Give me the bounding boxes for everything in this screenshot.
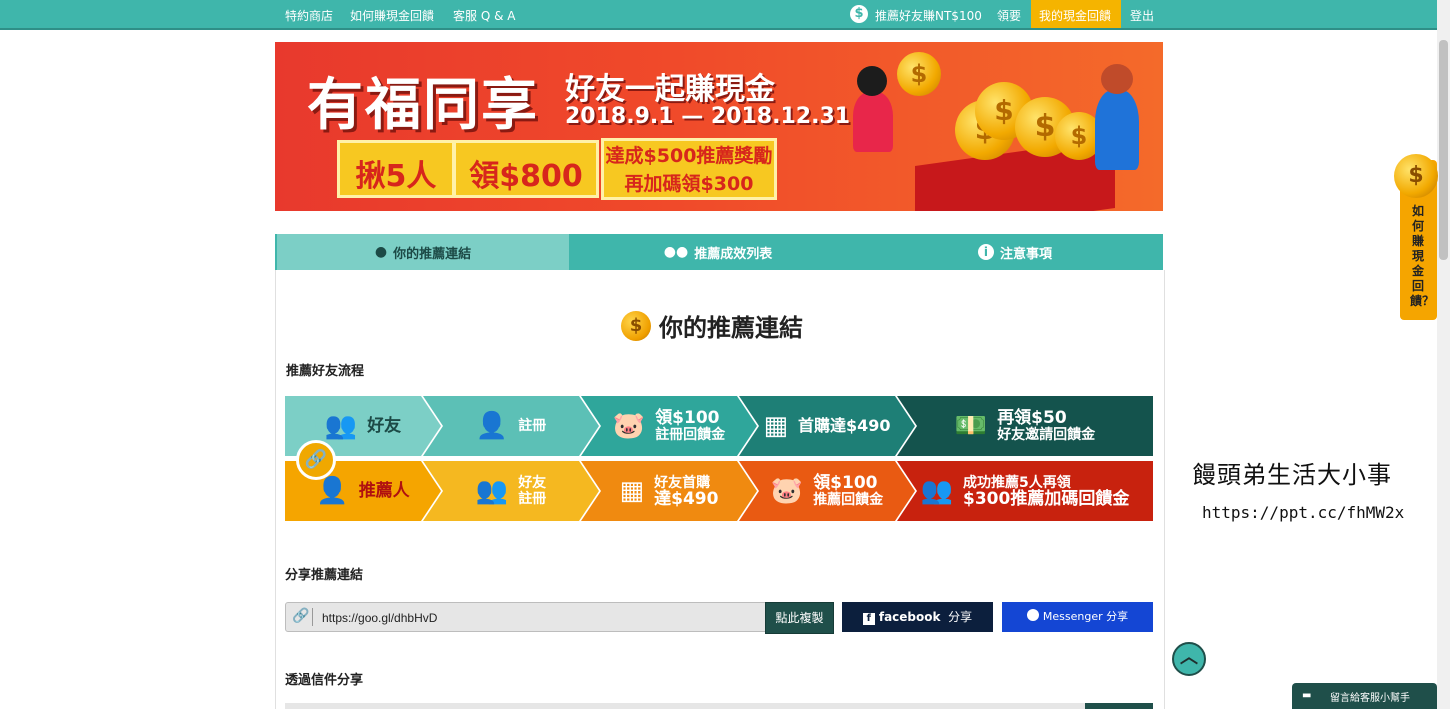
scrollbar-thumb[interactable] — [1439, 40, 1448, 260]
facebook-icon: f — [862, 613, 875, 625]
chevron-up-icon[interactable]: ︿ — [1172, 642, 1206, 676]
cash-icon: 💵 — [954, 411, 988, 441]
girl-illustration — [853, 92, 893, 152]
flow-step: 🐷 領$100 註冊回饋金 — [581, 396, 757, 456]
watermark-text: 饅頭弟生活大小事 — [1192, 461, 1392, 489]
field-divider — [312, 608, 313, 626]
messenger-share-button[interactable]: Messenger 分享 — [1002, 602, 1153, 632]
nav-link-claim[interactable]: 領要 — [997, 7, 1021, 24]
nav-link-refer-friend[interactable]: 推薦好友賺NT$100 — [875, 7, 982, 24]
share-heading: 分享推薦連結 — [285, 568, 364, 583]
link-icon: 🔗 — [292, 608, 310, 624]
flow-step: 🐷 領$100 推薦回饋金 — [739, 461, 915, 521]
coin-illustration-icon: $ — [897, 52, 941, 96]
tab-referral-link[interactable]: ● 你的推薦連結 — [277, 234, 569, 270]
boy-illustration — [1095, 90, 1139, 170]
link-chain-icon: 🔗 — [296, 440, 336, 480]
user-add-icon: 👥 — [475, 476, 509, 506]
promo-banner[interactable]: 有福同享 好友一起賺現金 2018.9.1 — 2018.12.31 揪5人 領… — [275, 42, 1163, 211]
dollar-coin-icon: $ — [850, 5, 868, 23]
mail-share-field[interactable] — [285, 703, 1153, 709]
nav-link-stores[interactable]: 特約商店 — [285, 7, 333, 24]
facebook-share-button[interactable]: f facebook 分享 — [842, 602, 993, 632]
nav-link-faq[interactable]: 客服 Q & A — [453, 7, 515, 24]
banner-title: 有福同享 — [307, 73, 539, 138]
watermark-url: https://ppt.cc/fhMW2x — [1202, 503, 1405, 522]
page-title: 你的推薦連結 — [659, 314, 803, 342]
dollar-coin-icon: $ — [621, 310, 651, 341]
nav-link-my-cash[interactable]: 我的現金回饋 — [1039, 7, 1111, 24]
flow-heading: 推薦好友流程 — [286, 364, 365, 379]
piggy-bank-icon: 🐷 — [612, 411, 646, 441]
user-add-icon: 👤 — [475, 411, 509, 441]
flow-step: 👤 註冊 — [423, 396, 599, 456]
users-icon: ●● — [663, 244, 689, 260]
referral-url-input[interactable] — [320, 607, 744, 629]
section-title-wrap: $ 你的推薦連結 — [621, 308, 803, 343]
banner-badge-bonus: 達成$500推薦獎勵 再加碼領$300 — [601, 138, 777, 200]
mail-send-button[interactable] — [1085, 703, 1153, 709]
user-icon: ● — [374, 244, 388, 260]
card-reader-icon: ▦ — [619, 476, 645, 506]
flow-step: 💵 再領$50 好友邀請回饋金 — [897, 396, 1153, 456]
page-scrollbar[interactable] — [1437, 0, 1450, 709]
top-nav-bar: 特約商店 如何賺現金回饋 客服 Q & A $ 推薦好友賺NT$100 領要 我… — [0, 0, 1437, 30]
tab-notes[interactable]: i 注意事項 — [867, 234, 1163, 270]
referrer-flow-row: 👤 推薦人 👥 好友 註冊 ▦ 好友首購 達$490 🐷 領$100 推薦回饋金 👥 成… — [285, 461, 1153, 521]
banner-dates: 2018.9.1 — 2018.12.31 — [565, 104, 851, 129]
flow-step: 👥 成功推薦5人再領 $300推薦加碼回饋金 — [897, 461, 1153, 521]
how-to-earn-side-widget[interactable]: $ 如何賺現金回饋？ — [1394, 154, 1438, 320]
nav-link-how-to-earn[interactable]: 如何賺現金回饋 — [350, 7, 434, 24]
info-icon: i — [977, 244, 994, 260]
piggy-bank-icon: 🐷 — [770, 476, 804, 506]
dollar-coin-icon: $ — [1394, 154, 1438, 198]
copy-link-button[interactable]: 點此複製 — [765, 602, 834, 634]
card-reader-icon: ▦ — [763, 411, 789, 441]
mail-share-heading: 透過信件分享 — [285, 673, 364, 688]
flow-step: ▦ 好友首購 達$490 — [581, 461, 757, 521]
customer-service-chat[interactable]: ▬ 留言給客服小幫手 — [1292, 683, 1437, 709]
flow-step: ▦ 首購達$490 — [739, 396, 915, 456]
banner-badge-reward: 領$800 — [453, 140, 599, 198]
boy-head-illustration — [1101, 64, 1133, 94]
tab-bar: ● 你的推薦連結 ●● 推薦成效列表 i 注意事項 — [275, 234, 1163, 270]
friend-flow-row: 👥 好友 👤 註冊 🐷 領$100 註冊回饋金 ▦ 首購達$490 💵 再領$50 好友邀… — [285, 396, 1153, 456]
users-icon: 👥 — [324, 411, 358, 441]
girl-head-illustration — [857, 66, 887, 96]
users-check-icon: 👥 — [920, 476, 954, 506]
chat-label: 留言給客服小幫手 — [1330, 693, 1410, 704]
referral-link-field: 🔗 — [285, 602, 767, 632]
banner-badge-invite: 揪5人 — [337, 140, 455, 198]
nav-link-logout[interactable]: 登出 — [1130, 7, 1154, 24]
side-widget-label: 如何賺現金回饋？ — [1410, 204, 1435, 308]
flow-step: 👥 好友 註冊 — [423, 461, 599, 521]
user-icon: 👤 — [316, 476, 349, 506]
banner-subtitle: 好友一起賺現金 — [565, 72, 775, 107]
tab-referral-results[interactable]: ●● 推薦成效列表 — [569, 234, 867, 270]
messenger-icon — [1026, 609, 1039, 621]
chat-icon: ▬ — [1302, 690, 1312, 701]
